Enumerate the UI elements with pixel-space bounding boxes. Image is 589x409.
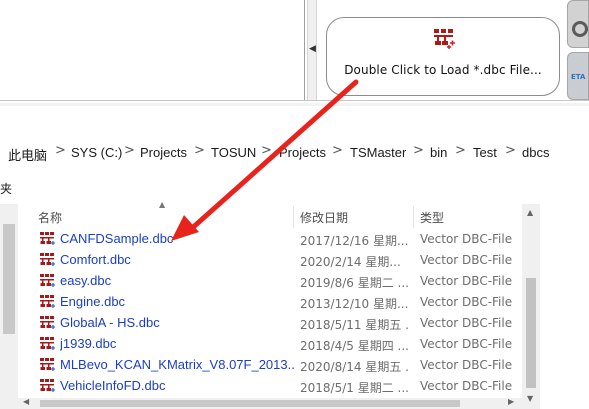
dbc-file-icon <box>40 379 55 393</box>
nav-pane-fragment[interactable]: 夹 <box>0 180 12 197</box>
file-type: Vector DBC-File <box>420 274 513 288</box>
file-date: 2017/12/16 星期... <box>300 234 409 248</box>
file-name[interactable]: MLBevo_KCAN_KMatrix_V8.07F_2013... <box>60 357 296 372</box>
breadcrumb-separator-icon[interactable]: > <box>505 143 516 158</box>
horizontal-scroll-thumb[interactable] <box>40 400 460 407</box>
file-row[interactable]: CANFDSample.dbc 2017/12/16 星期... Vector DB… <box>18 229 538 250</box>
side-widget-bottom[interactable]: ETA <box>567 52 589 100</box>
file-row[interactable]: Engine.dbc 2013/12/10 星期... Vector DBC-Fil… <box>18 292 538 313</box>
breadcrumb-item[interactable]: Projects <box>279 145 326 160</box>
file-row[interactable]: VehicleInfoFD.dbc 2018/5/1 星期二 ... Vector … <box>18 376 538 397</box>
breadcrumb-separator-icon[interactable]: > <box>332 143 343 158</box>
breadcrumb-separator-icon[interactable]: > <box>455 143 466 158</box>
breadcrumb-separator-icon[interactable]: > <box>413 143 424 158</box>
pane-bottom-border <box>0 100 589 101</box>
breadcrumb-item[interactable]: TSMaster <box>350 145 406 160</box>
collapse-left-icon[interactable]: ◀ <box>309 44 316 54</box>
scroll-left-icon[interactable]: ◀ <box>23 397 29 406</box>
dbc-file-icon <box>40 274 55 288</box>
file-date: 2018/5/1 星期二 ... <box>300 381 409 395</box>
panel-splitter[interactable]: ◀ <box>307 0 317 100</box>
file-type: Vector DBC-File <box>420 358 513 372</box>
column-divider[interactable] <box>413 206 414 228</box>
dbc-file-icon <box>40 316 55 330</box>
file-date: 2020/2/14 星期... <box>300 255 401 269</box>
file-list-scroll-thumb[interactable] <box>526 278 536 388</box>
dbc-file-icon <box>40 232 55 246</box>
scroll-up-icon[interactable]: ▲ <box>527 208 533 217</box>
breadcrumb-separator-icon[interactable]: > <box>261 143 272 158</box>
file-name[interactable]: Comfort.dbc <box>60 252 296 267</box>
dbc-file-icon <box>40 358 55 372</box>
dbc-file-icon <box>40 337 55 351</box>
file-type: Vector DBC-File <box>420 337 513 351</box>
load-dbc-prompt: Double Click to Load *.dbc File... <box>344 63 542 77</box>
breadcrumb-item[interactable]: dbcs <box>522 145 549 160</box>
file-date: 2013/12/10 星期... <box>300 297 409 311</box>
breadcrumb-item[interactable]: 此电脑 <box>8 145 47 164</box>
pane-divider <box>304 0 305 100</box>
file-list-scrollbar[interactable]: ▲ ▼ <box>522 204 540 409</box>
file-row[interactable]: Comfort.dbc 2020/2/14 星期... Vector DBC-Fil… <box>18 250 538 271</box>
column-header-name[interactable]: 名称 <box>38 209 62 226</box>
ring-icon <box>572 21 588 37</box>
breadcrumb-item[interactable]: bin <box>430 145 447 160</box>
file-type: Vector DBC-File <box>420 379 513 393</box>
scroll-right-icon[interactable]: ▶ <box>508 397 514 406</box>
file-type: Vector DBC-File <box>420 316 513 330</box>
file-type: Vector DBC-File <box>420 253 513 267</box>
file-name[interactable]: easy.dbc <box>60 273 296 288</box>
file-row[interactable]: GlobalA - HS.dbc 2018/5/11 星期五 ... Vector … <box>18 313 538 334</box>
file-row[interactable]: easy.dbc 2019/8/6 星期二 ... Vector DBC-File <box>18 271 538 292</box>
horizontal-scrollbar[interactable]: ◀ ▶ <box>18 397 522 409</box>
file-explorer: 此电脑 > SYS (C:) > Projects > TOSUN > Proj… <box>0 106 589 409</box>
breadcrumb-separator-icon[interactable]: > <box>124 143 135 158</box>
side-panel-widgets: ETA <box>567 0 589 100</box>
scroll-down-icon[interactable]: ▼ <box>527 394 533 403</box>
breadcrumb[interactable]: 此电脑 > SYS (C:) > Projects > TOSUN > Proj… <box>0 142 589 164</box>
dbc-network-icon <box>434 29 455 49</box>
file-name[interactable]: Engine.dbc <box>60 294 296 309</box>
nav-pane-scrollbar[interactable] <box>0 204 18 409</box>
file-date: 2019/8/6 星期二 ... <box>300 276 409 290</box>
breadcrumb-separator-icon[interactable]: > <box>194 143 205 158</box>
file-date: 2020/8/14 星期五 ... <box>300 360 410 374</box>
column-divider[interactable] <box>293 206 294 228</box>
breadcrumb-item[interactable]: Test <box>473 145 497 160</box>
dbc-database-pane: ◀ Double Click to Load *.dbc File... ETA <box>0 0 589 106</box>
file-date: 2018/4/5 星期四 ... <box>300 339 409 353</box>
file-type: Vector DBC-File <box>420 232 513 246</box>
dbc-file-icon <box>40 295 55 309</box>
side-widget-top[interactable] <box>567 0 589 48</box>
load-dbc-drop-zone[interactable]: Double Click to Load *.dbc File... <box>326 17 560 96</box>
column-header-date[interactable]: 修改日期 <box>300 209 348 226</box>
side-widget-label: ETA <box>571 73 586 81</box>
file-row[interactable]: j1939.dbc 2018/4/5 星期四 ... Vector DBC-File <box>18 334 538 355</box>
file-name[interactable]: j1939.dbc <box>60 336 296 351</box>
file-type: Vector DBC-File <box>420 295 513 309</box>
file-name[interactable]: VehicleInfoFD.dbc <box>60 378 296 393</box>
breadcrumb-item[interactable]: Projects <box>140 145 187 160</box>
breadcrumb-separator-icon[interactable]: > <box>55 143 66 158</box>
file-date: 2018/5/11 星期五 ... <box>300 318 410 332</box>
nav-pane-scroll-thumb[interactable] <box>3 224 15 334</box>
file-row[interactable]: MLBevo_KCAN_KMatrix_V8.07F_2013... 2020/8… <box>18 355 538 376</box>
column-header-type[interactable]: 类型 <box>420 209 444 226</box>
breadcrumb-item[interactable]: SYS (C:) <box>71 145 122 160</box>
file-name[interactable]: CANFDSample.dbc <box>60 231 296 246</box>
column-header-row: 名称 修改日期 类型 <box>18 206 538 228</box>
dbc-file-icon <box>40 253 55 267</box>
breadcrumb-item[interactable]: TOSUN <box>211 145 256 160</box>
file-name[interactable]: GlobalA - HS.dbc <box>60 315 296 330</box>
